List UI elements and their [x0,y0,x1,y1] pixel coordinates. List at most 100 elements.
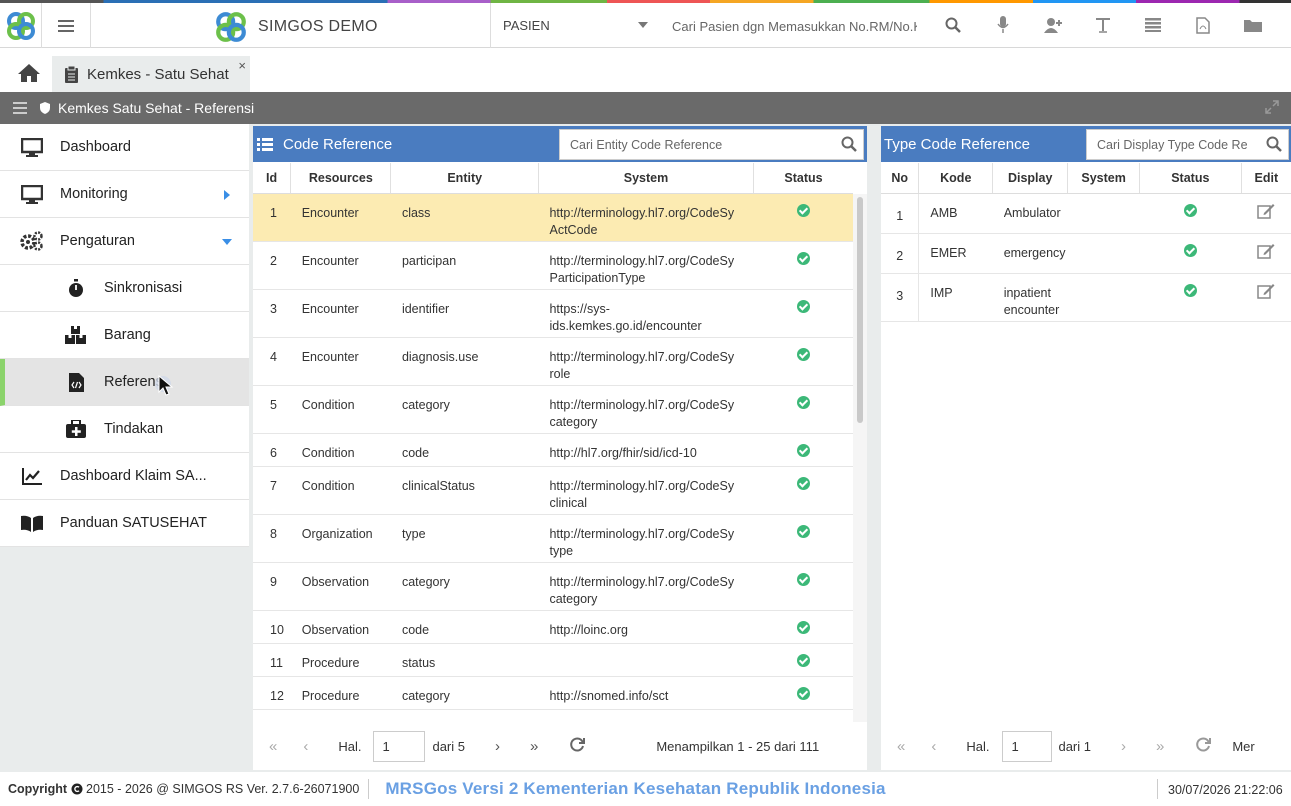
edit-button[interactable] [1257,243,1275,262]
code-reference-search-input[interactable]: Cari Entity Code Reference [559,129,864,160]
list-button[interactable] [1128,14,1178,36]
cell-id: 1 [253,193,291,242]
sidebar-item-sinkronisasi[interactable]: Sinkronisasi [0,265,249,312]
clipboard-icon [65,65,78,83]
search-icon[interactable] [841,136,857,155]
table-row[interactable]: 1 Encounter class http://terminology.hl7.or… [253,193,853,242]
sidebar-item-pengaturan[interactable]: Pengaturan [0,218,249,265]
column-header[interactable]: Kode [918,163,994,194]
column-header[interactable]: Status [753,163,853,194]
type-code-search-input[interactable]: Cari Display Type Code Re [1086,129,1289,160]
breadcrumb-menu-button[interactable] [0,102,40,114]
sidebar-item-tindakan[interactable]: Tindakan [0,406,249,453]
first-page-button[interactable]: « [269,738,277,755]
tab-kemkes-satu-sehat[interactable]: Kemkes - Satu Sehat × [52,56,250,92]
search-button[interactable] [928,14,978,36]
voice-button[interactable] [978,14,1028,36]
monitor-icon [20,137,44,157]
first-page-button[interactable]: « [897,738,905,755]
table-row[interactable]: 8 Organization type http://terminology.hl7.… [253,514,853,563]
check-circle-icon [796,620,810,634]
edit-button[interactable] [1257,203,1275,222]
tab-close-button[interactable]: × [238,58,246,73]
cell-text: Ambulator [1003,205,1061,220]
table-row[interactable]: 12 Procedure category http://snomed.info/sc… [253,676,853,710]
book-icon [20,513,44,533]
sidebar-item-monitoring[interactable]: Monitoring [0,171,249,218]
brand-name: SIMGOS DEMO [258,18,378,35]
column-header[interactable]: System [1067,163,1141,194]
sidebar-item-label: Barang [104,327,151,343]
table-row[interactable]: 2 Encounter participan http://terminology.h… [253,241,853,290]
prev-page-button[interactable]: ‹ [931,738,936,755]
next-page-button[interactable]: › [1121,738,1126,755]
refresh-button[interactable] [1196,737,1212,755]
page-info: Menampilkan 1 - 25 dari 111 [656,738,820,754]
sidebar-item-panduan[interactable]: Panduan SATUSEHAT [0,500,249,547]
text-button[interactable] [1078,14,1128,36]
cell-text: Condition [301,445,355,460]
cell-text: 6 [270,445,277,460]
prev-page-button[interactable]: ‹ [303,738,308,755]
cell-status [753,514,853,563]
search-category-value: PASIEN [503,18,550,33]
page-total: dari 1 [1058,738,1091,754]
check-circle-icon [796,299,810,313]
sidebar-item-referensi[interactable]: Referensi [0,359,249,406]
table-row[interactable]: 5 Condition category http://terminology.hl7… [253,385,853,434]
refresh-button[interactable] [570,737,586,755]
patient-search-input[interactable]: Cari Pasien dgn Memasukkan No.RM/No.K [672,19,917,34]
last-page-button[interactable]: » [530,738,538,755]
expand-button[interactable] [1265,100,1279,117]
sidebar-item-label: Referensi [104,374,160,390]
cell-no: 3 [881,273,920,322]
search-category-select[interactable]: PASIEN [490,3,660,48]
logout-button[interactable] [1278,14,1291,36]
code-reference-table: Id Resources Entity System Status 1 Encou… [253,163,853,710]
column-header[interactable]: Resources [290,163,392,194]
column-header[interactable]: Edit [1241,163,1291,194]
cell-resource: Encounter [290,241,391,290]
next-page-button[interactable]: › [495,738,500,755]
last-page-button[interactable]: » [1156,738,1164,755]
cell-text: category [401,397,450,412]
table-row[interactable]: 7 Condition clinicalStatus http://terminolo… [253,466,853,515]
column-header[interactable]: System [538,163,754,194]
table-row[interactable]: 6 Condition code http://hl7.org/fhir/sid/ic… [253,433,853,467]
column-header[interactable]: Entity [390,163,539,194]
cell-system: http://snomed.info/sct [538,676,754,710]
folder-button[interactable] [1228,14,1278,36]
search-icon[interactable] [1266,136,1282,155]
column-header[interactable]: Display [992,163,1069,194]
table-row[interactable]: 1 AMB Ambulator [881,193,1291,234]
table-row[interactable]: 10 Observation code http://loinc.org [253,610,853,644]
menu-toggle-button[interactable] [42,3,91,48]
table-row[interactable]: 11 Procedure status [253,643,853,677]
app-logo[interactable] [0,3,42,48]
page-input[interactable]: 1 [1002,730,1053,762]
table-row[interactable]: 4 Encounter diagnosis.use http://terminolog… [253,337,853,386]
add-patient-button[interactable] [1028,14,1078,36]
file-code-icon [64,372,88,392]
scrollbar-thumb[interactable] [857,197,863,423]
table-row[interactable]: 3 Encounter identifier https://sys- ids.kem… [253,289,853,338]
page-info: Mer [1232,738,1255,754]
column-header[interactable]: No [881,163,920,194]
sidebar-item-dashboard-klaim[interactable]: Dashboard Klaim SA... [0,453,249,500]
cell-text: http://terminology.hl7.org/CodeSy type [549,526,735,558]
cell-text: http://terminology.hl7.org/CodeSy catego… [549,397,735,429]
cell-text: 2 [896,248,904,263]
column-header[interactable]: Id [253,163,292,194]
home-button[interactable] [17,63,41,86]
table-row[interactable]: 2 EMER emergency [881,233,1291,274]
cell-status [753,433,853,467]
table-row[interactable]: 3 IMP inpatient encounter [881,273,1291,322]
cell-kode: IMP [918,273,993,322]
column-header[interactable]: Status [1139,163,1242,194]
sidebar-item-barang[interactable]: Barang [0,312,249,359]
edit-button[interactable] [1257,283,1275,302]
sidebar-item-dashboard[interactable]: Dashboard [0,124,249,171]
pdf-button[interactable] [1178,14,1228,36]
page-input[interactable]: 1 [373,730,426,762]
table-row[interactable]: 9 Observation category http://terminology.h… [253,562,853,611]
